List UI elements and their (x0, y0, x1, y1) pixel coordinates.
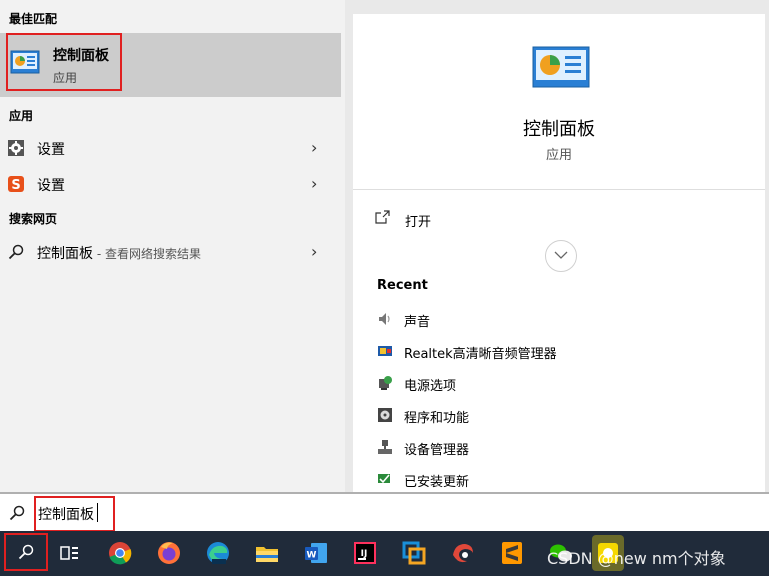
web-search-heading: 搜索网页 (9, 212, 58, 226)
recent-item-programs[interactable]: 程序和功能 (377, 404, 757, 428)
intellij-icon[interactable]: IJ (351, 539, 379, 567)
search-input[interactable]: 控制面板 (38, 504, 94, 524)
best-match-highlight-box (6, 33, 122, 91)
task-view-icon[interactable] (56, 539, 84, 567)
realtek-icon (378, 346, 392, 356)
file-explorer-icon[interactable] (253, 539, 281, 567)
search-icon (9, 505, 25, 521)
app-title: 控制面板 (523, 119, 595, 140)
search-icon (18, 544, 34, 560)
recent-item-sound[interactable]: 声音 (377, 308, 757, 332)
text-cursor (97, 503, 98, 522)
recent-item-device-manager[interactable]: 设备管理器 (377, 436, 757, 460)
search-icon (8, 244, 24, 260)
app-result-settings[interactable]: 设置 › (0, 131, 341, 165)
recent-item-label: 已安装更新 (404, 475, 470, 490)
svg-text:IJ: IJ (361, 549, 368, 559)
recent-item-installed-updates[interactable]: 已安装更新 (377, 468, 757, 492)
svg-text:S: S (11, 178, 20, 192)
best-match-heading: 最佳匹配 (9, 12, 58, 26)
recent-item-label: 声音 (404, 315, 431, 330)
chrome-icon[interactable] (106, 539, 134, 567)
programs-icon (378, 408, 392, 422)
gear-icon (8, 140, 24, 156)
recent-item-label: 程序和功能 (404, 411, 470, 426)
open-label: 打开 (405, 215, 432, 230)
sublime-text-icon[interactable] (498, 539, 526, 567)
recent-item-label: 设备管理器 (404, 443, 470, 458)
firefox-icon[interactable] (155, 539, 183, 567)
taskbar: W IJ CSDN @new nm个对象 (0, 531, 769, 576)
browser-swirl-icon[interactable] (449, 539, 477, 567)
power-options-icon (379, 376, 392, 390)
recent-item-power-options[interactable]: 电源选项 (377, 372, 757, 396)
svg-text:W: W (307, 551, 317, 561)
web-search-query: 控制面板 (37, 246, 93, 262)
open-icon (375, 210, 390, 224)
word-icon[interactable]: W (302, 539, 330, 567)
search-bar[interactable]: 控制面板 (0, 492, 769, 532)
recent-item-realtek[interactable]: Realtek高清晰音频管理器 (377, 340, 757, 364)
app-detail-panel: 控制面板 应用 打开 Recent 声音 Realtek高清晰音频管理器 电源选… (353, 14, 765, 492)
web-search-suffix: - 查看网络搜索结果 (93, 247, 201, 261)
web-search-result[interactable]: 控制面板 - 查看网络搜索结果 › (0, 235, 341, 269)
recent-item-label: 电源选项 (404, 379, 457, 394)
expand-button[interactable] (545, 240, 577, 272)
chevron-right-icon[interactable]: › (311, 138, 317, 157)
chevron-down-icon (554, 251, 568, 259)
app-result-sogou-settings[interactable]: S 设置 › (0, 167, 341, 201)
divider (353, 189, 765, 190)
chevron-right-icon[interactable]: › (311, 242, 317, 261)
app-box-icon[interactable] (400, 539, 428, 567)
app-subtitle: 应用 (545, 148, 572, 163)
device-manager-icon (378, 440, 392, 454)
app-result-label: 设置 (37, 142, 65, 158)
edge-beta-icon[interactable] (204, 539, 232, 567)
chevron-right-icon[interactable]: › (311, 174, 317, 193)
sogou-icon: S (8, 176, 24, 192)
speaker-icon (379, 313, 390, 325)
installed-updates-icon (378, 474, 390, 484)
apps-heading: 应用 (9, 109, 34, 123)
app-result-label: 设置 (37, 178, 65, 194)
search-results-panel: 最佳匹配 控制面板 应用 应用 设置 › S 设置 › 搜索网页 控制面板 - … (0, 0, 345, 492)
recent-heading: Recent (377, 278, 428, 293)
watermark: CSDN @new nm个对象 (547, 549, 726, 568)
open-action[interactable]: 打开 (375, 208, 575, 232)
recent-item-label: Realtek高清晰音频管理器 (404, 347, 557, 362)
taskbar-search-button[interactable] (4, 533, 48, 571)
control-panel-icon (532, 46, 590, 88)
